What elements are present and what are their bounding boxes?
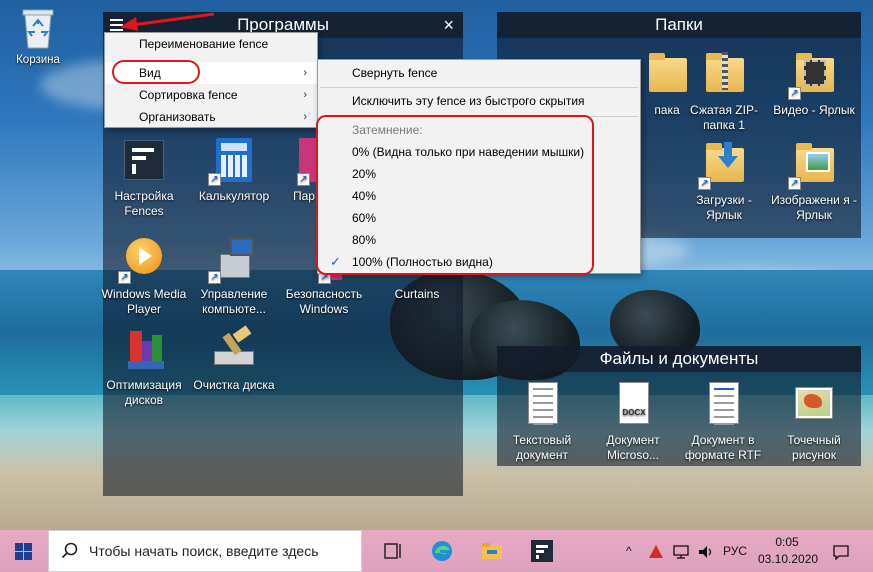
downloads-folder-icon: ↗ [698,140,748,190]
fence-folders-title[interactable]: Папки [497,12,861,38]
recycle-bin[interactable]: Корзина [6,6,70,66]
defrag-icon [120,325,168,373]
search-placeholder: Чтобы начать поиск, введите здесь [89,543,319,559]
computer-management-icon: ↗ [208,234,258,284]
menu-item-label: Сортировка fence [139,88,238,102]
fence-item-computer-management[interactable]: ↗ Управление компьюте... [189,234,279,317]
file-explorer-icon[interactable] [480,539,504,563]
fence-item-label: Загрузки - Ярлык [696,193,752,222]
fence-item-label: Curtains [394,287,440,301]
fence-item-pictures-shortcut[interactable]: ↗ Изображени я - Ярлык [769,140,859,223]
submenu-arrow-icon: › [303,67,307,79]
media-player-icon: ↗ [118,234,168,284]
fence-item-docx-document[interactable]: DOCX Документ Microso... [588,380,678,463]
notifications-icon[interactable] [832,530,850,572]
start-button[interactable] [0,530,48,572]
fence-item-defrag[interactable]: Оптимизация дисков [99,325,189,408]
fence-item-media-player[interactable]: ↗ Windows Media Player [99,234,189,317]
search-icon [61,542,78,559]
fence-item-label: Очистка диска [193,378,275,392]
fence-item-rtf-document[interactable]: Документ в формате RTF [678,380,768,463]
pictures-folder-icon: ↗ [788,140,838,190]
video-folder-icon: ↗ [788,50,838,100]
fence-item-label: Пар [293,189,315,203]
calculator-icon: ↗ [208,136,258,186]
highlight-box-dimming [316,115,594,275]
language-indicator[interactable]: РУС [723,530,747,572]
search-box[interactable]: Чтобы начать поиск, введите здесь [48,530,362,572]
annotation-arrow [120,12,215,31]
fence-item-label: Оптимизация дисков [106,378,182,407]
fence-item-label: Точечный рисунок [787,433,841,462]
highlight-oval-view [112,60,200,84]
antivirus-tray-icon[interactable] [648,530,664,572]
zip-folder-icon [700,50,748,98]
windows-logo-icon [15,543,32,560]
menu-item-rename[interactable]: Переименование fence [105,33,317,55]
fence-item-calculator[interactable]: ↗ Калькулятор [189,136,279,204]
rtf-doc-icon [699,380,747,428]
fence-item-label: Изображени я - Ярлык [770,193,858,222]
fence-item-bitmap[interactable]: Точечный рисунок [769,380,859,463]
fence-item-fences-settings[interactable]: Настройка Fences [99,136,189,219]
menu-item-sort[interactable]: Сортировка fence › [105,84,317,106]
recycle-bin-icon [21,6,55,50]
fence-item-label: Сжатая ZIP-папка 1 [690,103,758,132]
fence-item-label: Документ Microso... [606,433,660,462]
bitmap-icon [790,380,838,428]
docx-icon: DOCX [609,380,657,428]
fences-taskbar-icon[interactable] [530,539,554,563]
fence-item-label: Документ в формате RTF [684,433,762,462]
menu-item-organize[interactable]: Организовать › [105,106,317,128]
fence-item-label: Windows Media Player [101,287,187,316]
menu-separator [320,87,638,88]
submenu-arrow-icon: › [303,89,307,101]
text-doc-icon [518,380,566,428]
fence-item-label: Текстовый документ [512,433,572,462]
fence-item-label: Управление компьюте... [200,287,268,316]
network-icon[interactable] [672,530,690,572]
menu-item-label: Организовать [139,110,216,124]
fence-item-disk-cleanup[interactable]: Очистка диска [189,325,279,393]
clock-time: 0:05 [775,535,799,549]
tray-show-hidden-icon[interactable]: ^ [626,530,632,572]
recycle-bin-label: Корзина [16,54,60,66]
fence-item-control-panel[interactable]: ↗ Пар [279,136,319,204]
menu-item-collapse-fence[interactable]: Свернуть fence [318,62,640,84]
close-icon[interactable]: × [443,12,454,38]
menu-item-exclude-quick-hide[interactable]: Исключить эту fence из быстрого скрытия [318,90,640,112]
disk-cleanup-icon [210,325,258,373]
menu-item-label: Свернуть fence [352,66,438,80]
task-view-icon[interactable] [381,539,405,563]
clock[interactable]: 0:05 03.10.2020 [758,534,819,568]
fence-item-label: Безопасность Windows [285,287,363,316]
menu-item-label: Исключить эту fence из быстрого скрытия [352,94,585,108]
fence-item-downloads-shortcut[interactable]: ↗ Загрузки - Ярлык [679,140,769,223]
fence-item-video-shortcut[interactable]: ↗ Видео - Ярлык [769,50,859,118]
taskbar: Чтобы начать поиск, введите здесь ^ РУС … [0,530,873,572]
fence-documents-title[interactable]: Файлы и документы [497,346,861,372]
fence-item-label: Настройка Fences [114,189,174,218]
fences-icon [120,136,168,184]
volume-icon[interactable] [697,530,715,572]
fence-item-label: Калькулятор [198,189,270,203]
edge-browser-icon[interactable] [430,539,454,563]
submenu-arrow-icon: › [303,111,307,123]
fence-item-zip-folder[interactable]: Сжатая ZIP-папка 1 [679,50,769,133]
fence-item-text-document[interactable]: Текстовый документ [497,380,587,463]
docx-badge: DOCX [622,408,646,417]
clock-date: 03.10.2020 [758,552,819,566]
fence-documents: Файлы и документы Текстовый документ DOC… [497,346,861,466]
fence-item-label: Видео - Ярлык [773,103,855,117]
menu-item-label: Переименование fence [139,37,269,51]
